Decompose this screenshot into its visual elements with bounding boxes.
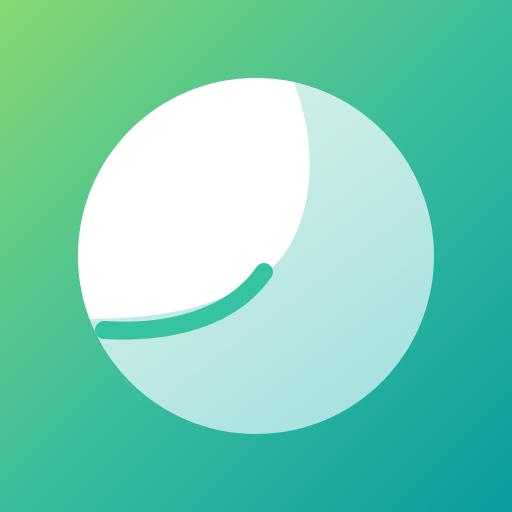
app-icon-graphic [0, 0, 512, 512]
app-icon [0, 0, 512, 512]
